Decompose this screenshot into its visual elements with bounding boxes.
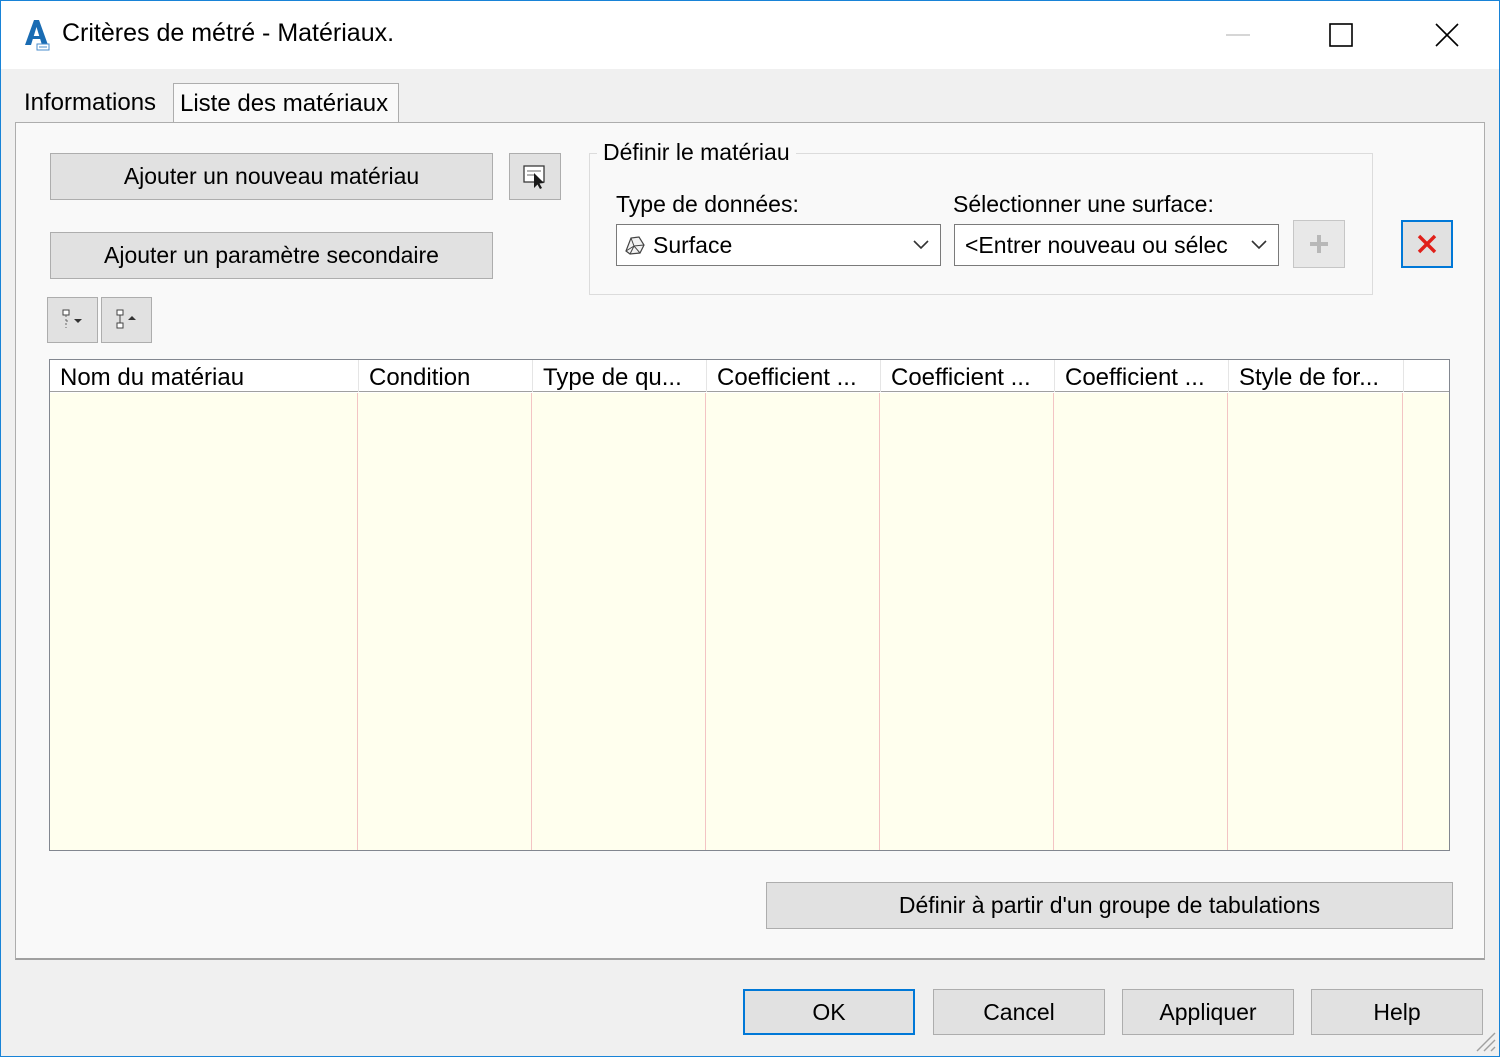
surface-icon	[623, 233, 647, 257]
title-bar: Critères de métré - Matériaux.	[1, 1, 1499, 69]
column-divider	[357, 393, 358, 850]
expand-tree-icon	[62, 309, 82, 328]
grid-body[interactable]	[50, 393, 1449, 850]
dialog-window: Critères de métré - Matériaux. Informati…	[0, 0, 1500, 1057]
column-header-quantity-type[interactable]: Type de qu...	[533, 360, 707, 392]
column-divider	[879, 393, 880, 850]
maximize-button[interactable]	[1291, 1, 1391, 69]
minimize-button[interactable]	[1188, 1, 1288, 69]
delete-button[interactable]	[1401, 220, 1453, 268]
cancel-button[interactable]: Cancel	[933, 989, 1105, 1035]
apply-button[interactable]: Appliquer	[1122, 989, 1294, 1035]
select-surface-label: Sélectionner une surface:	[953, 191, 1214, 217]
define-material-title: Définir le matériau	[597, 139, 796, 166]
delete-x-icon	[1417, 234, 1437, 254]
column-divider	[705, 393, 706, 850]
collapse-all-button[interactable]	[101, 297, 152, 343]
define-from-tab-group-button[interactable]: Définir à partir d'un groupe de tabulati…	[766, 882, 1453, 929]
tab-liste-materiaux[interactable]: Liste des matériaux	[173, 83, 399, 124]
window-title: Critères de métré - Matériaux.	[62, 19, 395, 47]
minimize-icon	[1226, 34, 1250, 36]
resize-grip-icon	[1476, 1032, 1496, 1052]
close-button[interactable]	[1397, 1, 1497, 69]
maximize-icon	[1329, 23, 1353, 47]
column-header-format-style[interactable]: Style de for...	[1229, 360, 1404, 392]
materials-grid[interactable]: Nom du matériau Condition Type de qu... …	[49, 359, 1450, 851]
column-divider	[531, 393, 532, 850]
pick-from-drawing-button[interactable]	[509, 153, 561, 200]
add-secondary-parameter-button[interactable]: Ajouter un paramètre secondaire	[50, 232, 493, 279]
expand-all-button[interactable]	[47, 297, 98, 343]
tab-informations[interactable]: Informations	[17, 83, 171, 123]
add-material-button[interactable]: Ajouter un nouveau matériau	[50, 153, 493, 200]
column-header-material-name[interactable]: Nom du matériau	[50, 360, 359, 392]
column-header-coefficient-2[interactable]: Coefficient ...	[881, 360, 1055, 392]
column-divider	[1227, 393, 1228, 850]
data-type-dropdown[interactable]: Surface	[616, 224, 941, 266]
column-divider	[1053, 393, 1054, 850]
help-button[interactable]: Help	[1311, 989, 1483, 1035]
grid-header: Nom du matériau Condition Type de qu... …	[50, 360, 1449, 392]
column-header-coefficient-3[interactable]: Coefficient ...	[1055, 360, 1229, 392]
select-surface-dropdown[interactable]: <Entrer nouveau ou sélec	[954, 224, 1279, 266]
data-type-value: Surface	[653, 231, 733, 258]
column-header-condition[interactable]: Condition	[359, 360, 533, 392]
chevron-down-icon	[1251, 240, 1267, 250]
column-header-coefficient-1[interactable]: Coefficient ...	[707, 360, 881, 392]
chevron-down-icon	[913, 240, 929, 250]
collapse-tree-icon	[116, 309, 136, 329]
data-type-label: Type de données:	[616, 191, 799, 217]
select-surface-value: <Entrer nouveau ou sélec	[965, 231, 1228, 258]
plus-icon	[1310, 235, 1328, 253]
resize-grip[interactable]	[1467, 1023, 1497, 1053]
add-surface-button[interactable]	[1293, 220, 1345, 268]
close-icon	[1435, 23, 1459, 47]
ok-button[interactable]: OK	[743, 989, 915, 1035]
autocad-app-icon	[21, 17, 51, 51]
pick-from-drawing-icon	[523, 164, 545, 189]
column-divider	[1402, 393, 1403, 850]
